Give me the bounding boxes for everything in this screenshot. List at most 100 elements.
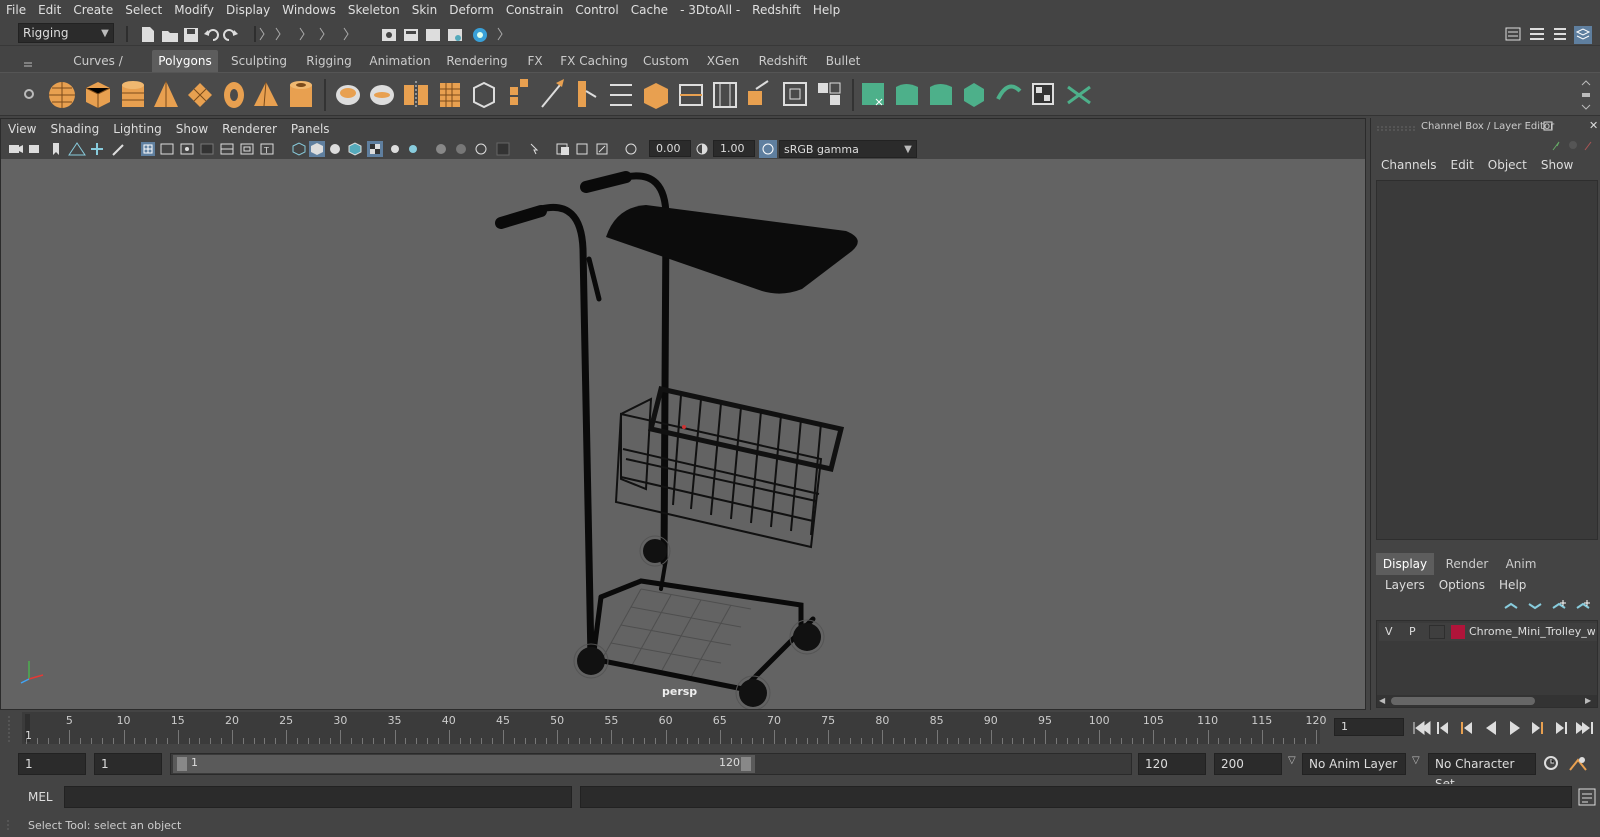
- cb-menu-show[interactable]: Show: [1541, 158, 1573, 172]
- transfer-attributes-icon[interactable]: [1067, 85, 1091, 105]
- film-gate-icon[interactable]: [160, 143, 174, 155]
- character-set-chevron-icon[interactable]: ▽: [1412, 755, 1420, 766]
- select-by-object-icon[interactable]: [275, 27, 281, 41]
- multi-cut-icon[interactable]: [541, 79, 564, 108]
- layer-visibility-toggle[interactable]: V: [1385, 625, 1393, 638]
- mirror-icon[interactable]: [404, 81, 428, 109]
- move-layer-down-icon[interactable]: [1528, 603, 1542, 610]
- layer-menu-layers[interactable]: Layers: [1385, 578, 1425, 592]
- menu-create[interactable]: Create: [67, 3, 119, 17]
- smooth-icon[interactable]: [440, 83, 460, 107]
- step-forward-key-icon[interactable]: [1532, 722, 1543, 734]
- cb-menu-channels[interactable]: Channels: [1381, 158, 1437, 172]
- insert-edge-loop-icon[interactable]: [679, 84, 703, 106]
- vp-menu-renderer[interactable]: Renderer: [215, 122, 284, 136]
- shadows-icon[interactable]: [409, 145, 417, 153]
- poly-plane-icon[interactable]: [188, 83, 212, 107]
- reduce-icon[interactable]: [473, 81, 495, 109]
- new-scene-icon[interactable]: [142, 27, 154, 42]
- vp-menu-shading[interactable]: Shading: [43, 122, 106, 136]
- resolution-gate-icon[interactable]: [180, 143, 194, 155]
- exposure-field[interactable]: 0.00: [649, 140, 691, 157]
- shelf-tab-polygons[interactable]: Polygons: [152, 50, 218, 72]
- colorspace-dropdown[interactable]: sRGB gamma ▼: [779, 140, 917, 158]
- command-input[interactable]: [64, 786, 572, 808]
- shelf-tab-redshift[interactable]: Redshift: [752, 50, 814, 72]
- channel-list[interactable]: [1376, 180, 1598, 540]
- shelf-menu-icon[interactable]: [22, 54, 34, 68]
- shelf-tab-custom[interactable]: Custom: [636, 50, 696, 72]
- uv-checker-icon[interactable]: [1032, 83, 1054, 105]
- shelf-tab-animation[interactable]: Animation: [364, 50, 436, 72]
- step-back-icon[interactable]: [1437, 722, 1448, 734]
- playback-end-field[interactable]: 120: [1138, 753, 1206, 775]
- tool-settings-icon[interactable]: [1554, 28, 1566, 40]
- scroll-left-icon[interactable]: ◀: [1379, 696, 1385, 705]
- uv-editor-icon[interactable]: [862, 83, 884, 106]
- image-plane-icon[interactable]: [68, 142, 86, 156]
- panel-grip-icon[interactable]: [1377, 122, 1417, 136]
- snap-curve-icon[interactable]: [343, 27, 349, 41]
- vp-menu-panels[interactable]: Panels: [284, 122, 337, 136]
- open-scene-icon[interactable]: [162, 31, 178, 42]
- layer-tab-render[interactable]: Render: [1438, 553, 1496, 575]
- vp-menu-show[interactable]: Show: [169, 122, 215, 136]
- render-settings-icon[interactable]: [448, 29, 462, 41]
- xray-components-icon[interactable]: [596, 143, 608, 155]
- camera-icon[interactable]: [9, 145, 23, 153]
- shelf-tab-rigging[interactable]: Rigging: [298, 50, 360, 72]
- scroll-right-icon[interactable]: ▶: [1585, 696, 1591, 705]
- menu-modify[interactable]: Modify: [168, 3, 220, 17]
- select-by-hierarchy-icon[interactable]: [259, 27, 265, 41]
- layer-display-type[interactable]: [1429, 625, 1445, 639]
- character-set-dropdown[interactable]: No Character Set: [1428, 753, 1536, 791]
- menu-cache[interactable]: Cache: [625, 3, 674, 17]
- channel-box-icon[interactable]: [1574, 26, 1592, 44]
- menu-select[interactable]: Select: [119, 3, 168, 17]
- go-to-start-icon[interactable]: [1413, 721, 1431, 735]
- grease-pencil-icon[interactable]: [112, 144, 124, 156]
- menu-skin[interactable]: Skin: [406, 3, 444, 17]
- gate-mask-icon[interactable]: [200, 143, 214, 155]
- range-end-handle[interactable]: [741, 757, 751, 771]
- auto-key-icon[interactable]: [1542, 754, 1560, 775]
- color-management-icon[interactable]: [759, 140, 777, 161]
- 2d-pan-zoom-icon[interactable]: [91, 143, 103, 155]
- exposure-icon[interactable]: [625, 143, 637, 155]
- poly-pyramid-icon[interactable]: [254, 81, 278, 107]
- unfold-uv-icon[interactable]: [964, 83, 984, 107]
- 3d-scene[interactable]: persp: [1, 159, 1365, 711]
- grid-icon[interactable]: [141, 142, 155, 156]
- poly-torus-icon[interactable]: [224, 82, 244, 108]
- poly-cylinder-icon[interactable]: [122, 81, 144, 107]
- menu-display[interactable]: Display: [220, 3, 276, 17]
- cylindrical-mapping-icon[interactable]: [783, 82, 807, 106]
- animation-start-field[interactable]: 1: [18, 753, 86, 775]
- cut-uv-icon[interactable]: [896, 84, 918, 105]
- go-to-end-icon[interactable]: [1576, 722, 1593, 734]
- undo-icon[interactable]: [204, 29, 219, 41]
- automatic-mapping-icon[interactable]: [818, 82, 841, 105]
- layer-tab-display[interactable]: Display: [1376, 553, 1434, 575]
- poly-pipe-icon[interactable]: [290, 81, 312, 107]
- script-editor-icon[interactable]: [1578, 788, 1596, 809]
- shelf-tab-curves-surfaces[interactable]: Curves / Surfaces: [46, 50, 150, 90]
- layer-color-swatch[interactable]: [1451, 625, 1465, 639]
- default-material-icon[interactable]: [330, 144, 340, 154]
- anim-layer-dropdown[interactable]: No Anim Layer: [1302, 753, 1406, 775]
- close-icon[interactable]: ✕: [1589, 119, 1598, 132]
- menu-help[interactable]: Help: [807, 3, 846, 17]
- step-back-key-icon[interactable]: [1461, 722, 1472, 734]
- motion-blur-icon[interactable]: [456, 144, 466, 154]
- gamma-field[interactable]: 1.00: [713, 140, 755, 157]
- append-polygon-icon[interactable]: [644, 83, 668, 109]
- separate-icon[interactable]: [370, 85, 394, 105]
- menu-3dtoall[interactable]: - 3DtoAll -: [674, 3, 746, 17]
- xray-joints-icon[interactable]: [576, 143, 588, 155]
- layer-row[interactable]: V P Chrome_Mini_Trolley_wit: [1379, 623, 1597, 641]
- wireframe-icon[interactable]: [292, 142, 306, 156]
- shelf-scroll-icon[interactable]: [1580, 77, 1592, 116]
- menu-windows[interactable]: Windows: [276, 3, 342, 17]
- step-forward-icon[interactable]: [1556, 722, 1567, 734]
- wireframe-on-shaded-icon[interactable]: [348, 142, 362, 156]
